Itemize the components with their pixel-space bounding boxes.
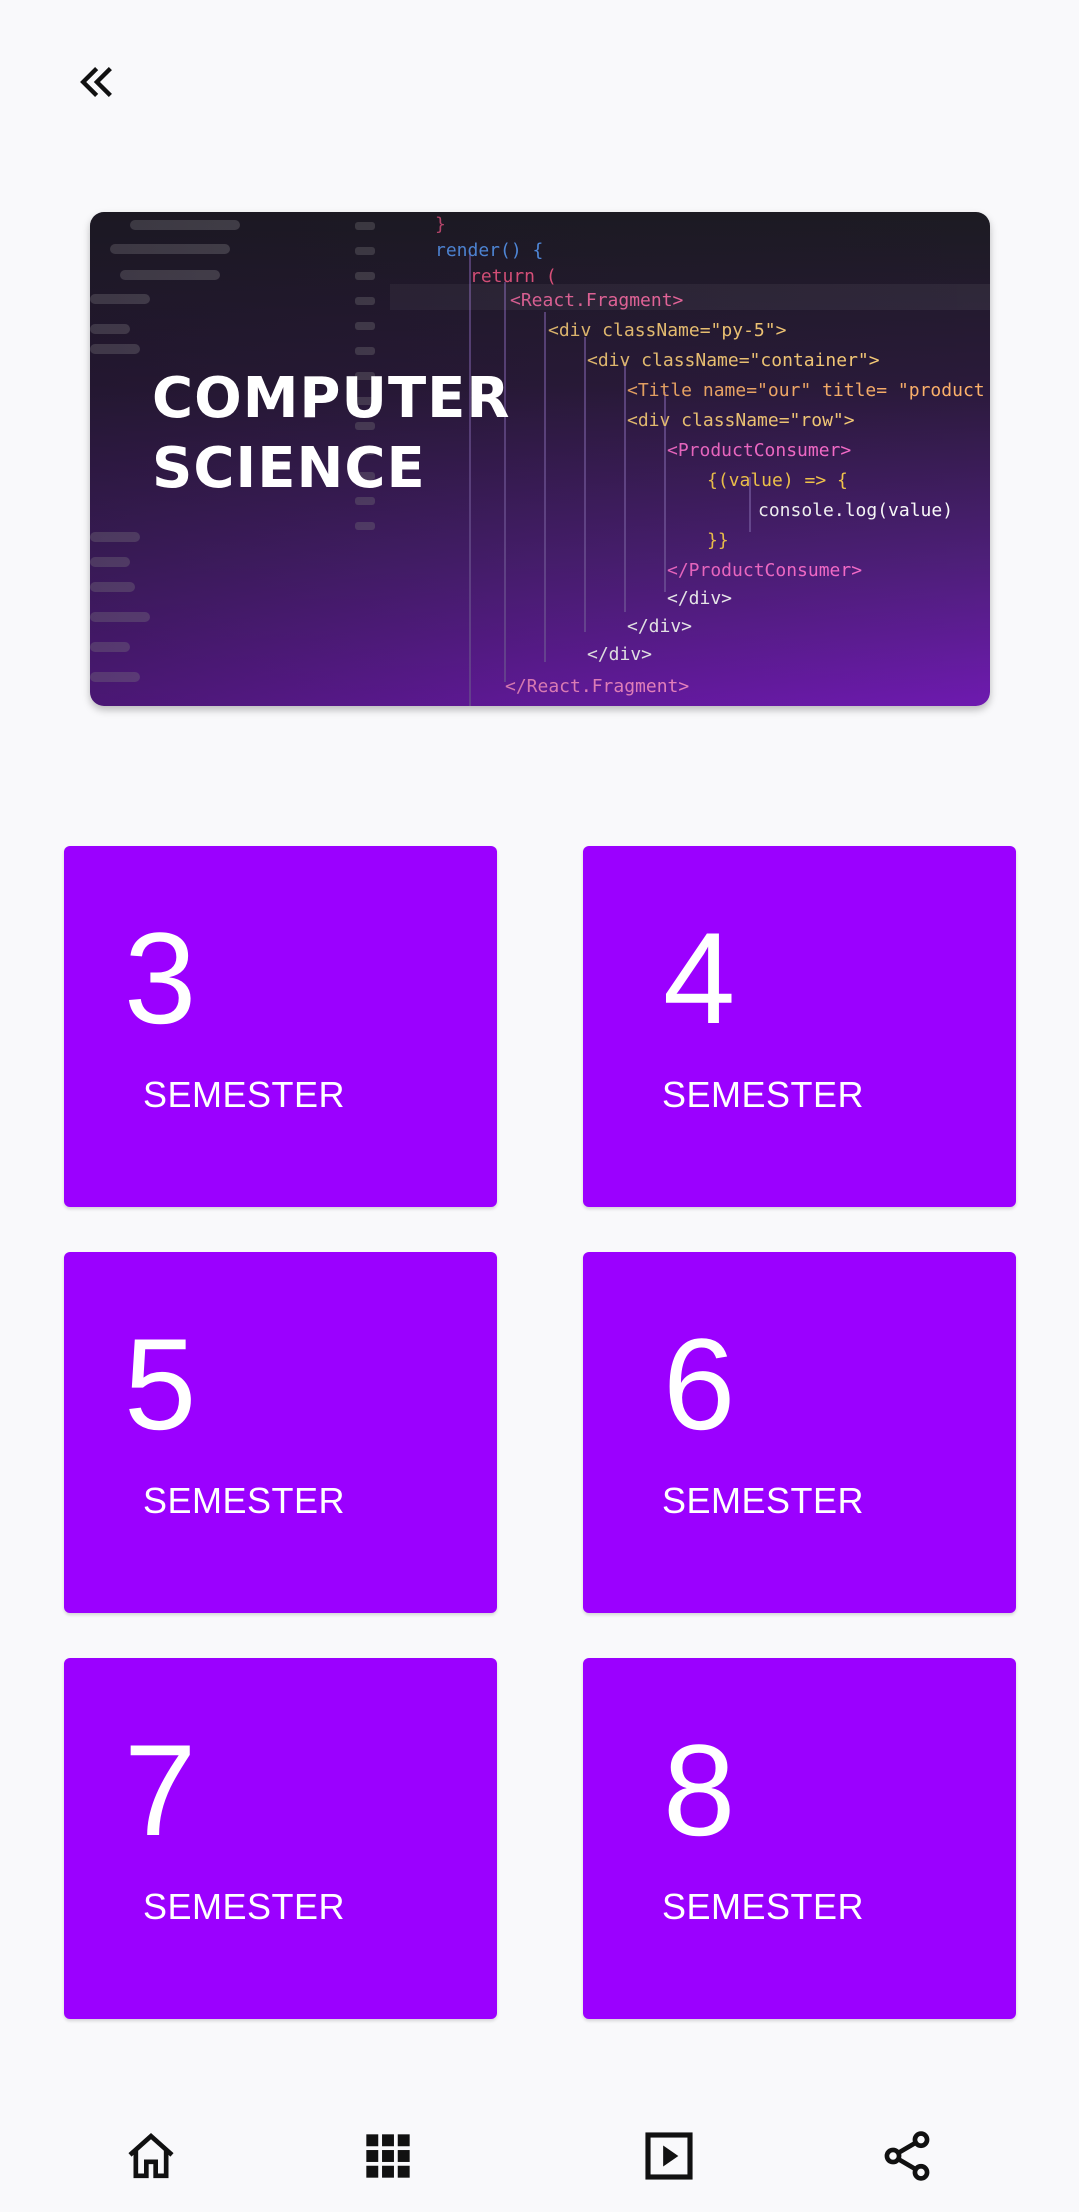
banner-title: COMPUTER SCIENCE	[152, 364, 572, 504]
nav-home-button[interactable]	[115, 2120, 187, 2192]
course-banner: } render() { return ( <React.Fragment> <…	[90, 212, 990, 706]
bottom-nav	[0, 2100, 1079, 2212]
nav-grid-button[interactable]	[352, 2120, 424, 2192]
semester-number: 8	[663, 1717, 736, 1863]
semester-card-3[interactable]: 3 SEMESTER	[64, 846, 497, 1207]
semester-label: SEMESTER	[143, 1886, 346, 1927]
banner-title-line: SCIENCE	[152, 436, 426, 501]
home-icon	[128, 2133, 174, 2179]
semester-number: 4	[663, 905, 736, 1051]
semester-number: 3	[124, 905, 197, 1051]
semester-label: SEMESTER	[143, 1480, 346, 1521]
semester-card-7[interactable]: 7 SEMESTER	[64, 1658, 497, 2019]
nav-share-button[interactable]	[871, 2120, 943, 2192]
semester-number: 5	[124, 1311, 197, 1457]
grid-icon	[366, 2134, 410, 2178]
play-icon	[645, 2132, 693, 2180]
semester-label: SEMESTER	[143, 1074, 346, 1115]
semester-card-5[interactable]: 5 SEMESTER	[64, 1252, 497, 1613]
semester-label: SEMESTER	[662, 1074, 865, 1115]
share-icon	[884, 2131, 930, 2181]
double-chevron-left-icon	[80, 66, 112, 98]
banner-title-line: COMPUTER	[152, 366, 511, 431]
nav-play-button[interactable]	[633, 2120, 705, 2192]
semester-card-8[interactable]: 8 SEMESTER	[583, 1658, 1016, 2019]
semester-label: SEMESTER	[662, 1480, 865, 1521]
semester-card-6[interactable]: 6 SEMESTER	[583, 1252, 1016, 1613]
semester-number: 6	[663, 1311, 736, 1457]
semester-number: 7	[124, 1717, 197, 1863]
app-root: } render() { return ( <React.Fragment> <…	[0, 0, 1079, 2212]
semester-card-4[interactable]: 4 SEMESTER	[583, 846, 1016, 1207]
back-button[interactable]	[64, 50, 128, 114]
semester-label: SEMESTER	[662, 1886, 865, 1927]
